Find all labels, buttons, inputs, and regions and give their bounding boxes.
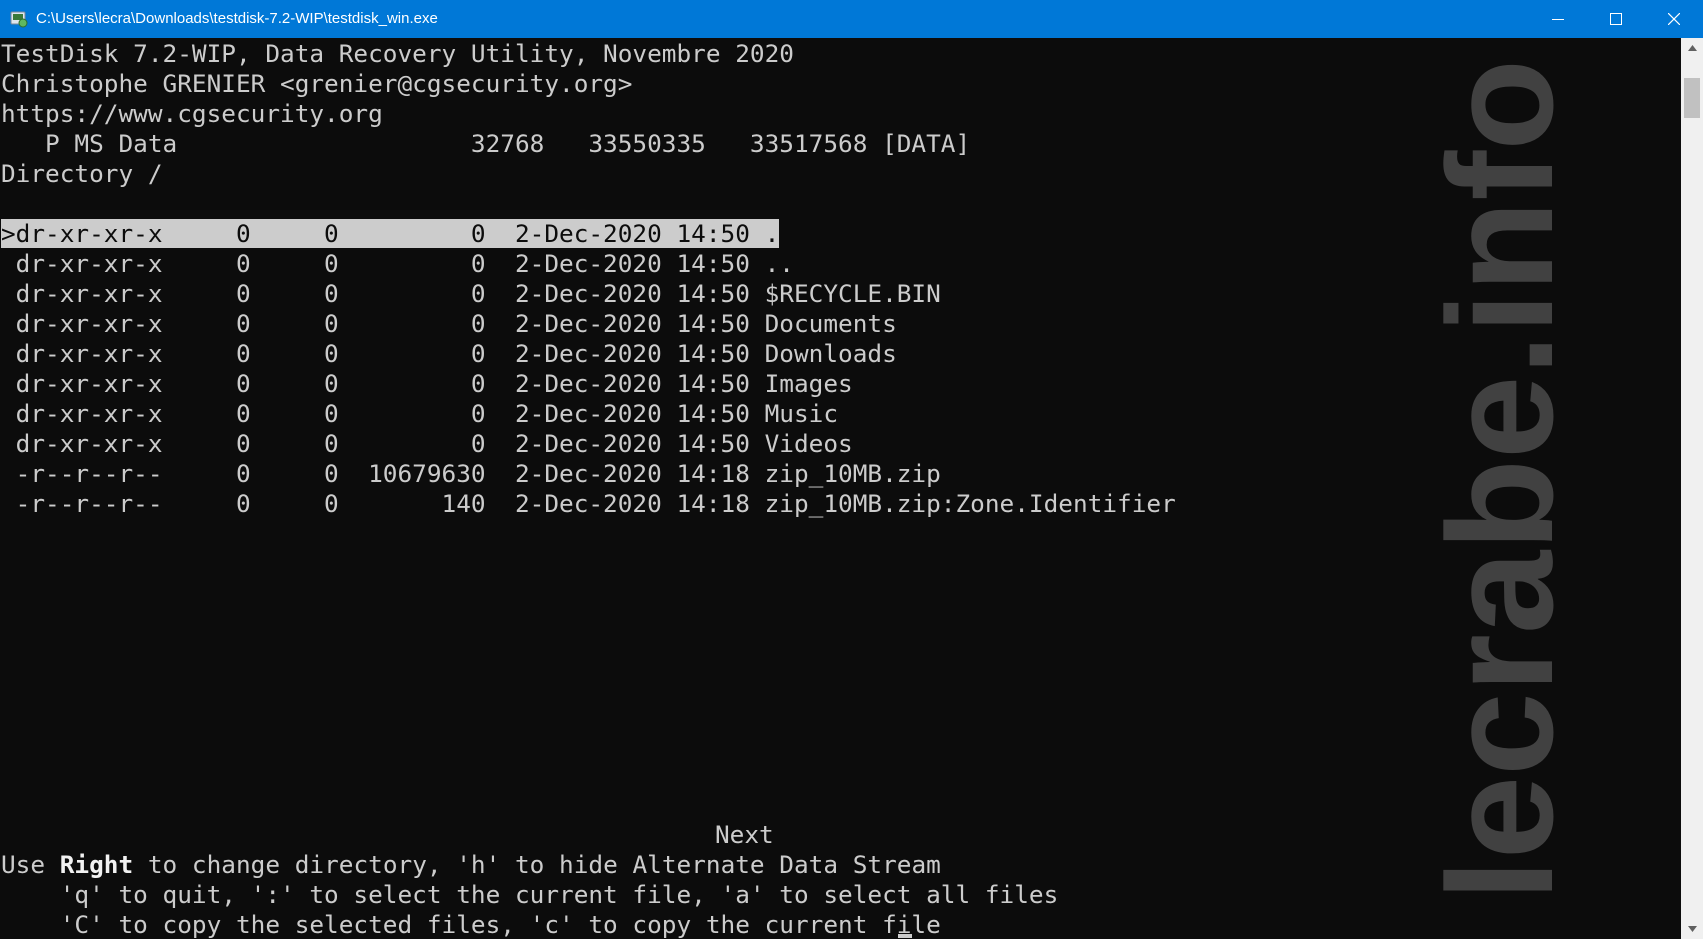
- close-button[interactable]: [1645, 0, 1703, 38]
- help-line-3: 'C' to copy the selected files, 'c' to c…: [1, 910, 941, 939]
- file-row-selected[interactable]: >dr-xr-xr-x 0 0 0 2-Dec-2020 14:50 .: [1, 219, 780, 249]
- file-row[interactable]: dr-xr-xr-x 0 0 0 2-Dec-2020 14:50 Docume…: [1, 309, 897, 339]
- file-row-text: >dr-xr-xr-x 0 0 0 2-Dec-2020 14:50 .: [1, 219, 780, 248]
- file-row[interactable]: -r--r--r-- 0 0 140 2-Dec-2020 14:18 zip_…: [1, 489, 1176, 519]
- scrollbar-thumb[interactable]: [1684, 78, 1700, 118]
- file-row[interactable]: dr-xr-xr-x 0 0 0 2-Dec-2020 14:50 Videos: [1, 429, 853, 459]
- key-hint-right: Right: [59, 850, 134, 879]
- header-author-line: Christophe GRENIER <grenier@cgsecurity.o…: [1, 69, 633, 98]
- scroll-down-button[interactable]: [1681, 919, 1703, 939]
- file-row[interactable]: dr-xr-xr-x 0 0 0 2-Dec-2020 14:50 Music: [1, 399, 838, 429]
- title-bar[interactable]: C:\Users\lecra\Downloads\testdisk-7.2-WI…: [0, 0, 1703, 38]
- file-row[interactable]: dr-xr-xr-x 0 0 0 2-Dec-2020 14:50 $RECYC…: [1, 279, 941, 309]
- next-page-indicator: Next: [715, 820, 774, 849]
- header-title-line: TestDisk 7.2-WIP, Data Recovery Utility,…: [1, 39, 794, 68]
- maximize-icon: [1610, 13, 1622, 25]
- help-line-1: Use Right to change directory, 'h' to hi…: [1, 850, 941, 879]
- file-row[interactable]: dr-xr-xr-x 0 0 0 2-Dec-2020 14:50 ..: [1, 249, 794, 279]
- partition-line: P MS Data 32768 33550335 33517568 [DATA]: [1, 129, 971, 158]
- text-cursor: [898, 934, 912, 938]
- testdisk-app-icon: [10, 10, 28, 28]
- maximize-button[interactable]: [1587, 0, 1645, 38]
- vertical-scrollbar[interactable]: [1681, 38, 1703, 939]
- minimize-icon: [1552, 19, 1564, 20]
- console-output[interactable]: TestDisk 7.2-WIP, Data Recovery Utility,…: [0, 38, 1681, 939]
- help-line-2: 'q' to quit, ':' to select the current f…: [1, 880, 1059, 909]
- minimize-button[interactable]: [1529, 0, 1587, 38]
- file-row[interactable]: dr-xr-xr-x 0 0 0 2-Dec-2020 14:50 Images: [1, 369, 853, 399]
- file-row[interactable]: dr-xr-xr-x 0 0 0 2-Dec-2020 14:50 Downlo…: [1, 339, 897, 369]
- chevron-up-icon: [1687, 45, 1697, 51]
- header-url-line: https://www.cgsecurity.org: [1, 99, 383, 128]
- chevron-down-icon: [1687, 926, 1697, 932]
- window-title: C:\Users\lecra\Downloads\testdisk-7.2-WI…: [36, 10, 438, 27]
- close-icon: [1668, 13, 1680, 25]
- directory-path: Directory /: [1, 159, 163, 188]
- file-row[interactable]: -r--r--r-- 0 0 10679630 2-Dec-2020 14:18…: [1, 459, 941, 489]
- scroll-up-button[interactable]: [1681, 38, 1703, 58]
